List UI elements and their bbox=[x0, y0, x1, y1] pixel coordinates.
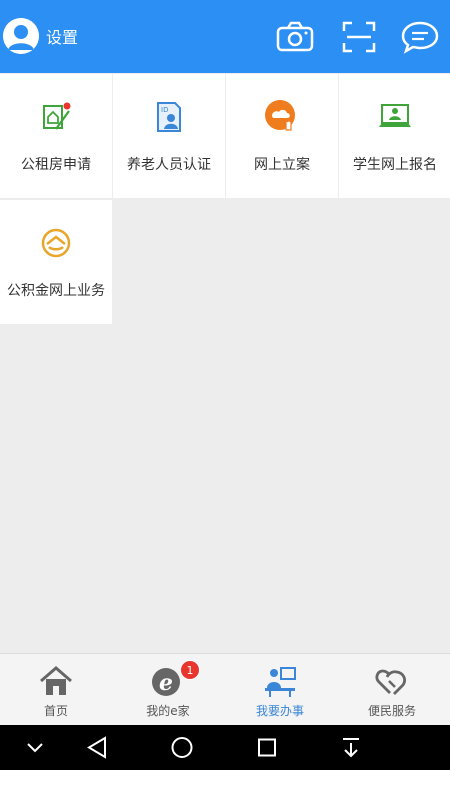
service-online-filing[interactable]: 网上立案 bbox=[226, 74, 338, 198]
collapse-icon[interactable] bbox=[10, 725, 60, 770]
service-provident-fund[interactable]: 公积金网上业务 bbox=[0, 200, 112, 324]
screen-bottom-margin bbox=[0, 770, 450, 800]
tab-service-desk[interactable]: 我要办事 bbox=[224, 654, 336, 726]
service-housing-application[interactable]: 公租房申请 bbox=[0, 74, 112, 198]
tab-label: 我要办事 bbox=[255, 704, 304, 718]
service-grid: 公租房申请 ID 养老人员认证 网上立案 学生网上报名 公积金网上业务 bbox=[0, 74, 450, 326]
svg-text:ID: ID bbox=[161, 106, 168, 114]
svg-text:e: e bbox=[159, 670, 173, 696]
message-icon[interactable] bbox=[400, 20, 440, 54]
housing-application-icon bbox=[36, 97, 76, 137]
service-student-enrollment[interactable]: 学生网上报名 bbox=[339, 74, 450, 198]
notification-pull-icon[interactable] bbox=[326, 725, 376, 770]
tab-convenience-services[interactable]: 便民服务 bbox=[336, 654, 448, 726]
home-circle-icon[interactable] bbox=[157, 725, 207, 770]
service-pension-certification[interactable]: ID 养老人员认证 bbox=[113, 74, 225, 198]
service-label: 养老人员认证 bbox=[127, 157, 211, 173]
service-label: 学生网上报名 bbox=[353, 157, 437, 173]
scan-icon[interactable] bbox=[339, 20, 379, 54]
service-desk-icon bbox=[262, 664, 298, 698]
provident-fund-icon bbox=[36, 223, 76, 263]
service-label: 公积金网上业务 bbox=[7, 283, 105, 299]
tab-label: 我的e家 bbox=[146, 704, 190, 718]
back-icon[interactable] bbox=[73, 725, 123, 770]
settings-link[interactable]: 设置 bbox=[46, 28, 78, 48]
online-filing-icon bbox=[262, 97, 302, 137]
heart-handshake-icon bbox=[374, 664, 410, 698]
camera-icon[interactable] bbox=[275, 20, 315, 54]
pension-certification-icon: ID bbox=[149, 97, 189, 137]
service-label: 网上立案 bbox=[254, 157, 310, 173]
system-navigation-bar bbox=[0, 725, 450, 770]
home-icon bbox=[38, 664, 74, 698]
tab-e-home[interactable]: e 1 我的e家 bbox=[112, 654, 224, 726]
student-enrollment-icon bbox=[375, 97, 415, 137]
avatar[interactable] bbox=[3, 18, 39, 54]
tab-label: 便民服务 bbox=[367, 704, 416, 718]
tab-label: 首页 bbox=[43, 704, 68, 718]
recents-icon[interactable] bbox=[242, 725, 292, 770]
service-label: 公租房申请 bbox=[21, 157, 91, 173]
app-header: 设置 bbox=[0, 0, 450, 73]
notification-badge: 1 bbox=[180, 660, 200, 680]
tab-home[interactable]: 首页 bbox=[0, 654, 112, 726]
bottom-tab-bar: 首页 e 1 我的e家 我要办事 便民服务 bbox=[0, 653, 450, 725]
user-avatar-icon bbox=[3, 18, 39, 54]
